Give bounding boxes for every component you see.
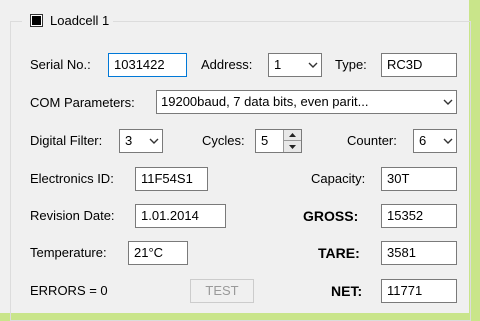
revision-label: Revision Date:	[30, 208, 115, 223]
capacity-label: Capacity:	[311, 171, 366, 186]
counter-value: 6	[419, 133, 427, 148]
errors-label: ERRORS = 0	[30, 283, 108, 298]
checkbox-icon[interactable]	[30, 13, 43, 27]
chevron-down-icon[interactable]	[304, 54, 321, 76]
address-value: 1	[274, 57, 282, 72]
filter-value: 3	[125, 133, 133, 148]
gross-value: 15352	[381, 204, 457, 228]
temperature-label: Temperature:	[30, 245, 107, 260]
cycles-value: 5	[261, 133, 269, 148]
counter-label: Counter:	[347, 133, 397, 148]
type-label: Type:	[335, 57, 367, 72]
type-input[interactable]: RC3D	[381, 53, 457, 77]
serial-input[interactable]: 1031422	[108, 53, 187, 77]
chevron-down-icon[interactable]	[439, 130, 456, 152]
group-header[interactable]: Loadcell 1	[22, 10, 114, 30]
chevron-down-icon[interactable]	[439, 91, 456, 113]
chevron-down-icon[interactable]	[145, 130, 162, 152]
revision-input[interactable]: 1.01.2014	[135, 204, 226, 228]
group-title: Loadcell 1	[50, 12, 110, 28]
com-label: COM Parameters:	[30, 95, 135, 110]
tare-value: 3581	[381, 241, 457, 265]
gross-label: GROSS:	[303, 208, 359, 224]
address-label: Address:	[201, 57, 253, 72]
serial-label: Serial No.:	[30, 57, 91, 72]
tare-label: TARE:	[318, 245, 360, 261]
filter-select[interactable]: 3	[119, 129, 163, 153]
spin-down-icon[interactable]	[284, 141, 301, 152]
test-button[interactable]: TEST	[190, 279, 254, 303]
net-label: NET:	[331, 283, 363, 299]
filter-label: Digital Filter:	[30, 133, 103, 148]
address-select[interactable]: 1	[268, 53, 322, 77]
spin-up-icon[interactable]	[284, 130, 301, 141]
temperature-value: 21°C	[128, 241, 188, 265]
electronics-label: Electronics ID:	[30, 171, 114, 186]
com-value: 19200baud, 7 data bits, even parit...	[161, 94, 369, 109]
loadcell-panel: Loadcell 1 Serial No.: 1031422 Address: …	[0, 0, 471, 321]
com-select[interactable]: 19200baud, 7 data bits, even parit...	[156, 90, 457, 114]
net-value: 11771	[381, 279, 457, 303]
counter-select[interactable]: 6	[413, 129, 457, 153]
cycles-label: Cycles:	[202, 133, 245, 148]
cycles-spinner[interactable]: 5	[255, 129, 302, 153]
capacity-input[interactable]: 30T	[381, 167, 457, 191]
electronics-input[interactable]: 11F54S1	[135, 167, 208, 191]
